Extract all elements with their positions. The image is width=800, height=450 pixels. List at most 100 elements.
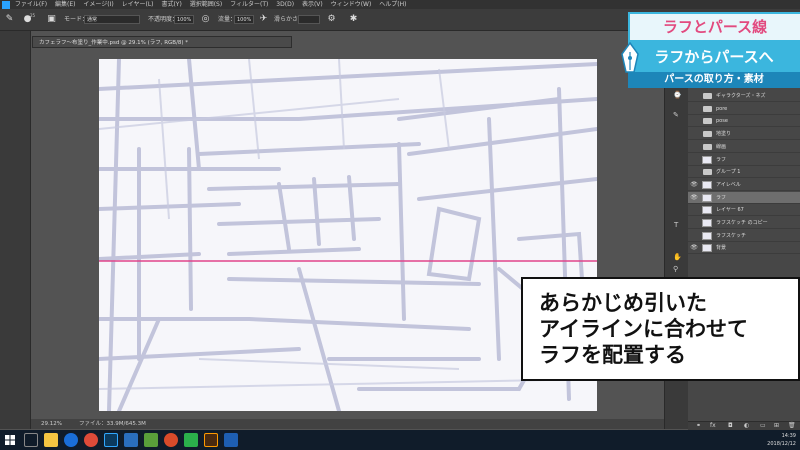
menu-view[interactable]: 表示(V)	[302, 0, 323, 9]
mask-icon[interactable]: ◘	[728, 422, 733, 430]
layer-name: ラフスケッチ のコピー	[716, 220, 768, 226]
clock-date: 2018/12/12	[767, 441, 796, 447]
brush-tool-icon[interactable]: ✎	[4, 14, 15, 25]
banner-tagline: パースの取り方・素材	[628, 72, 800, 88]
smoothing-input[interactable]	[298, 15, 320, 24]
zoom-level[interactable]: 29.12%	[41, 419, 62, 429]
app-task-icon[interactable]	[144, 433, 158, 447]
menu-file[interactable]: ファイル(F)	[15, 0, 47, 9]
layer-name: ラフ	[716, 194, 727, 201]
clock[interactable]: 14:39 2018/12/12	[767, 432, 796, 448]
layer-row[interactable]: グループ 1	[688, 166, 800, 179]
history-icon[interactable]: ⌚	[673, 91, 682, 99]
folder-icon	[703, 169, 712, 176]
flow-input[interactable]: 100%	[234, 15, 254, 24]
link-icon[interactable]: ⚭	[696, 422, 701, 430]
brush-panel-icon[interactable]: ✎	[673, 111, 679, 119]
zoom-icon[interactable]: ⚲	[673, 265, 678, 273]
layer-row[interactable]: 地塗り	[688, 128, 800, 141]
layers-footer: ⚭ fx ◘ ◐ ▭ ⊞ 🗑	[688, 421, 800, 430]
layer-name: ラフスケッチ	[716, 232, 747, 239]
layer-name: 背景	[716, 245, 727, 252]
mode-select[interactable]: 通常	[84, 15, 140, 24]
visibility-eye-icon[interactable]: 👁	[690, 192, 698, 204]
status-bar: 29.12% ファイル：33.9M/645.3M	[31, 419, 664, 429]
photoshop-logo	[2, 0, 10, 9]
layer-name: 地塗り	[716, 131, 732, 138]
menu-layer[interactable]: レイヤー(L)	[122, 0, 154, 9]
layer-thumbnail	[702, 180, 712, 189]
new-group-icon[interactable]: ▭	[760, 422, 766, 430]
layer-name: pose	[716, 118, 728, 125]
menu-edit[interactable]: 編集(E)	[55, 0, 75, 9]
layer-name: ラフ	[716, 156, 727, 163]
brush-panel-icon[interactable]: ▣	[46, 14, 57, 25]
trash-icon[interactable]: 🗑	[788, 422, 796, 430]
pressure-opacity-icon[interactable]: ◎	[200, 14, 211, 25]
visibility-eye-icon[interactable]: 👁	[690, 242, 698, 254]
layer-thumbnail	[702, 193, 712, 202]
menu-type[interactable]: 書式(Y)	[161, 0, 181, 9]
type-icon[interactable]: T	[674, 221, 678, 229]
layer-name: レイヤー 67	[716, 207, 744, 214]
banner: ラフとパース線 ラフからパースへ パースの取り方・素材	[620, 12, 800, 88]
folder-icon	[703, 93, 712, 99]
layer-name: グループ 1	[716, 169, 741, 176]
folder-icon	[703, 143, 712, 150]
adjustment-icon[interactable]: ◐	[744, 422, 749, 430]
airbrush-icon[interactable]: ✈	[258, 14, 269, 25]
layer-row[interactable]: ギャラクターズ・ネズ	[688, 90, 800, 102]
brush-size-value: 25	[30, 13, 36, 18]
folder-icon	[703, 131, 712, 138]
layer-row[interactable]: pore	[688, 103, 800, 115]
chrome-icon[interactable]	[84, 433, 98, 447]
folder-icon	[703, 118, 712, 125]
edge-icon[interactable]	[64, 433, 78, 447]
layer-name: 線画	[716, 143, 727, 150]
layer-row[interactable]: ラフ	[688, 154, 800, 166]
new-layer-icon[interactable]: ⊞	[774, 422, 779, 430]
menu-select[interactable]: 選択範囲(S)	[190, 0, 223, 9]
file-info: ファイル：33.9M/645.3M	[79, 421, 146, 427]
file-explorer-icon[interactable]	[44, 433, 58, 447]
photoshop-task-icon[interactable]	[104, 433, 118, 447]
layer-row[interactable]: 👁 ラフ	[688, 191, 800, 204]
symmetry-icon[interactable]: ✱	[348, 14, 359, 25]
folder-icon	[703, 105, 712, 112]
visibility-eye-icon[interactable]: 👁	[690, 179, 698, 191]
taskbar: 14:39 2018/12/12	[0, 430, 800, 450]
menu-window[interactable]: ウィンドウ(W)	[331, 0, 372, 9]
layer-thumbnail	[702, 219, 712, 227]
explorer-task-icon[interactable]	[124, 433, 138, 447]
illustrator-task-icon[interactable]	[204, 433, 218, 447]
settings-gear-icon[interactable]: ⚙	[326, 14, 337, 25]
layer-name: ギャラクターズ・ネズ	[716, 93, 766, 99]
menu-filter[interactable]: フィルター(T)	[230, 0, 268, 9]
layer-row[interactable]: レイヤー 67	[688, 204, 800, 217]
opacity-input[interactable]: 100%	[174, 15, 194, 24]
app3-task-icon[interactable]	[184, 433, 198, 447]
banner-title: ラフとパース線	[628, 12, 800, 42]
document-tab[interactable]: カフェラフ～布塗り_作業中.psd @ 29.1% (ラフ, RGB/8) *	[32, 36, 292, 48]
layer-thumbnail	[702, 155, 712, 164]
windows-start-icon[interactable]	[5, 435, 15, 445]
layer-row[interactable]: 👁 アイレベル	[688, 179, 800, 191]
layer-row[interactable]: ラフスケッチ	[688, 230, 800, 242]
app2-task-icon[interactable]	[164, 433, 178, 447]
fx-icon[interactable]: fx	[710, 422, 716, 430]
layer-thumbnail	[702, 206, 712, 215]
banner-subtitle: ラフからパースへ	[628, 42, 800, 72]
menu-3d[interactable]: 3D(D)	[276, 0, 294, 9]
menu-help[interactable]: ヘルプ(H)	[379, 0, 406, 9]
layer-row[interactable]: 線画	[688, 141, 800, 153]
task-view-icon[interactable]	[24, 433, 38, 447]
hand-icon[interactable]: ✋	[673, 253, 682, 261]
layer-row[interactable]: ラフスケッチ のコピー	[688, 217, 800, 229]
layer-row[interactable]: pose	[688, 115, 800, 128]
layer-name: pore	[716, 105, 728, 112]
layer-row[interactable]: 👁 背景	[688, 242, 800, 255]
app4-task-icon[interactable]	[224, 433, 238, 447]
menu-image[interactable]: イメージ(I)	[83, 0, 113, 9]
caption-line-2: アイラインに合わせて	[539, 317, 748, 341]
caption-box: あらかじめ引いた アイラインに合わせて ラフを配置する	[521, 277, 800, 381]
